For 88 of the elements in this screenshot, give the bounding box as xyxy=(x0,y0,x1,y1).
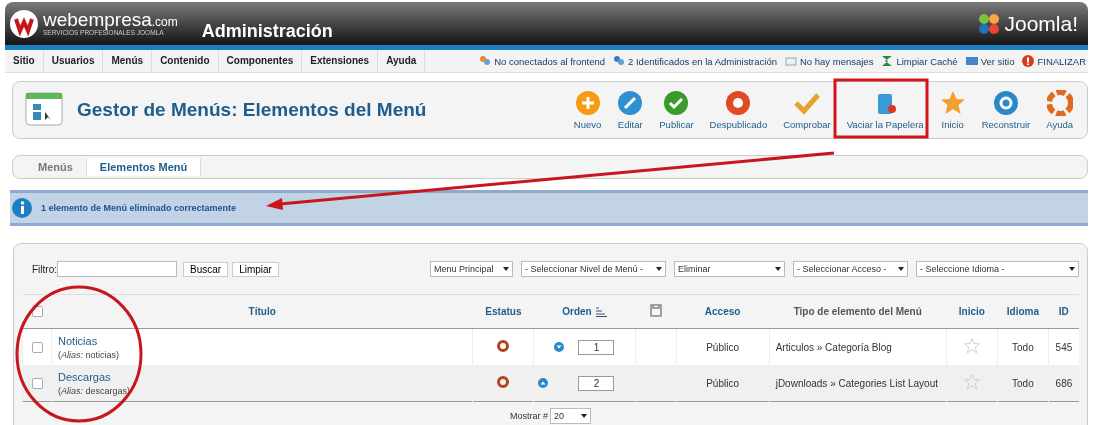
table-cell: 686 xyxy=(1048,365,1079,402)
page-size-dropdown[interactable]: 20 xyxy=(550,408,591,424)
status-link[interactable]: Ver sitio xyxy=(965,55,1015,67)
filter-dropdown[interactable]: Eliminar xyxy=(674,261,785,277)
save-order-icon[interactable] xyxy=(649,304,662,317)
filter-button[interactable]: Limpiar xyxy=(232,261,279,277)
toolbar-button[interactable]: Nuevo xyxy=(565,85,610,135)
menu-item[interactable]: Componentes xyxy=(218,50,303,72)
people-icon xyxy=(479,55,492,67)
status-link[interactable]: No conectados al frontend xyxy=(479,55,606,67)
toolbar-button[interactable]: Ayuda xyxy=(1038,85,1081,135)
sort-icon xyxy=(594,306,607,317)
ring-icon xyxy=(725,90,752,116)
plus-icon xyxy=(574,90,601,116)
envelope-icon xyxy=(785,55,797,67)
column-header[interactable]: Estatus xyxy=(472,294,534,329)
row-checkbox[interactable] xyxy=(31,341,43,353)
table-cell: Público xyxy=(676,365,770,402)
filter-dropdown[interactable]: Menu Principal xyxy=(430,261,513,277)
column-header[interactable]: Título xyxy=(51,294,473,329)
exclamation-icon xyxy=(1022,55,1035,67)
toolbar-button[interactable]: Editar xyxy=(609,85,652,135)
status-link[interactable]: Limpiar Caché xyxy=(881,55,958,67)
table-cell: jDownloads » Categories List Layout xyxy=(769,365,947,402)
monitor-icon xyxy=(965,55,978,67)
order-field[interactable]: 2 xyxy=(578,375,615,391)
table-cell: Articulos » Categoría Blog xyxy=(769,328,947,365)
menu-item[interactable]: Ayuda xyxy=(378,50,426,72)
column-header[interactable]: Idioma xyxy=(997,294,1049,329)
table-cell: Público xyxy=(676,328,770,365)
menu-item[interactable]: Usuarios xyxy=(43,50,104,72)
header-title: Administración xyxy=(201,21,333,42)
column-header[interactable]: ID xyxy=(1048,294,1079,329)
item-title-link[interactable]: Descargas xyxy=(58,370,473,383)
column-header: Tipo de elemento del Menú xyxy=(769,294,947,329)
column-header[interactable]: Acceso xyxy=(676,294,770,329)
toolbar-button[interactable]: Vaciar la Papelera xyxy=(838,85,932,135)
item-alias: (Alias: noticias) xyxy=(58,349,121,360)
submenu-tab[interactable]: Menús xyxy=(25,158,87,176)
unpublished-icon[interactable] xyxy=(497,340,510,352)
toolbar-button[interactable]: Reconstruir xyxy=(973,85,1039,135)
page-title: Gestor de Menús: Elementos del Menú xyxy=(77,99,427,121)
check-circle-icon xyxy=(663,90,690,116)
brand-name: webempresa.com xyxy=(43,10,178,30)
flower-logo-icon xyxy=(977,11,1002,36)
status-link[interactable]: FINALIZAR xyxy=(1022,55,1086,67)
table-cell: Todo xyxy=(997,365,1049,402)
menu-manager-icon xyxy=(25,92,63,128)
filter-button[interactable]: Buscar xyxy=(183,261,229,277)
star-icon[interactable] xyxy=(963,338,980,354)
status-link[interactable]: 2 Identificados en la Administración xyxy=(613,55,777,67)
menu-item[interactable]: Extensiones xyxy=(302,50,379,72)
filter-dropdown[interactable]: - Seleccione Idioma - xyxy=(916,261,1079,277)
menu-item[interactable]: Menús xyxy=(103,50,153,72)
table-cell: Todo xyxy=(997,328,1049,365)
star-icon[interactable] xyxy=(963,374,980,390)
column-header[interactable]: Inicio xyxy=(946,294,998,329)
info-icon xyxy=(12,198,32,218)
menu-item[interactable]: Contenido xyxy=(152,50,219,72)
logo-icon xyxy=(9,8,39,39)
toolbar-button[interactable]: Inicio xyxy=(931,85,974,135)
column-header[interactable]: Orden xyxy=(562,306,592,317)
filter-dropdown[interactable]: - Seleccionar Nivel de Menú - xyxy=(521,261,666,277)
menu-item[interactable]: Sitio xyxy=(5,50,44,72)
filter-label: Filtro: xyxy=(32,263,57,275)
select-all-checkbox[interactable] xyxy=(31,306,43,318)
people-icon xyxy=(613,55,626,67)
submenu-tab[interactable]: Elementos Menú xyxy=(86,158,202,176)
table-cell: 545 xyxy=(1048,328,1079,365)
move-down-icon[interactable] xyxy=(554,342,565,352)
row-checkbox[interactable] xyxy=(31,377,43,389)
status-link[interactable]: No hay mensajes xyxy=(785,55,874,67)
star-icon xyxy=(939,90,966,116)
product-name: Joomla! xyxy=(1004,11,1078,36)
order-field[interactable]: 1 xyxy=(578,339,615,355)
item-alias: (Alias: descargas) xyxy=(58,385,132,396)
pencil-icon xyxy=(617,90,644,116)
filter-field[interactable] xyxy=(57,261,177,277)
toolbar-button[interactable]: Comprobar xyxy=(775,85,839,135)
pagination-label: Mostrar # xyxy=(510,411,548,421)
unpublished-icon[interactable] xyxy=(497,376,510,388)
toolbar-button[interactable]: Publicar xyxy=(651,85,702,135)
filter-dropdown[interactable]: - Seleccionar Acceso - xyxy=(793,261,908,277)
lifebuoy-icon xyxy=(1046,90,1073,116)
toolbar-button[interactable]: Despublicado xyxy=(701,85,776,135)
move-up-icon[interactable] xyxy=(538,378,549,388)
message-text: 1 elemento de Menú eliminado correctamente xyxy=(41,203,237,213)
item-title-link[interactable]: Noticias xyxy=(58,334,473,347)
